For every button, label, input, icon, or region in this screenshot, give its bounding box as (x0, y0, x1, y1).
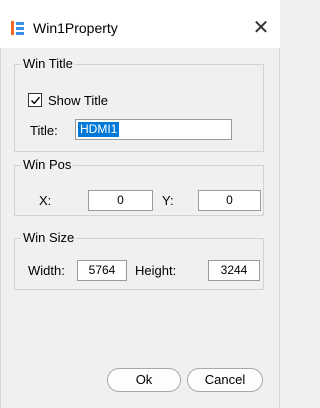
close-button[interactable]: ✕ (246, 13, 276, 43)
title-input-value: HDMI1 (78, 122, 120, 137)
y-input[interactable]: 0 (198, 190, 261, 211)
width-label: Width: (28, 263, 65, 278)
cancel-button[interactable]: Cancel (187, 368, 263, 392)
y-label: Y: (162, 193, 174, 208)
app-window-icon (11, 21, 25, 35)
ok-button[interactable]: Ok (107, 368, 181, 392)
height-label: Height: (135, 263, 177, 278)
x-input[interactable]: 0 (88, 190, 153, 211)
win-title-group: Win Title Show Title Title: HDMI1 (14, 56, 264, 152)
win-title-legend: Win Title (21, 56, 75, 71)
title-label: Title: (30, 123, 58, 138)
close-icon: ✕ (252, 17, 270, 39)
win-size-legend: Win Size (21, 230, 77, 245)
title-bar: Win1Property ✕ (0, 0, 280, 48)
win-pos-group: Win Pos X: 0 Y: 0 (14, 157, 264, 216)
height-input[interactable]: 3244 (208, 260, 260, 281)
width-input[interactable]: 5764 (77, 260, 127, 281)
title-input[interactable]: HDMI1 (75, 119, 232, 140)
x-label: X: (39, 193, 52, 208)
window-title: Win1Property (33, 20, 118, 36)
win-size-group: Win Size Width: 5764 Height: 3244 (14, 230, 264, 290)
show-title-checkbox[interactable] (28, 93, 42, 107)
win-pos-legend: Win Pos (21, 157, 74, 172)
show-title-label: Show Title (48, 93, 108, 108)
checkmark-icon (31, 96, 41, 105)
